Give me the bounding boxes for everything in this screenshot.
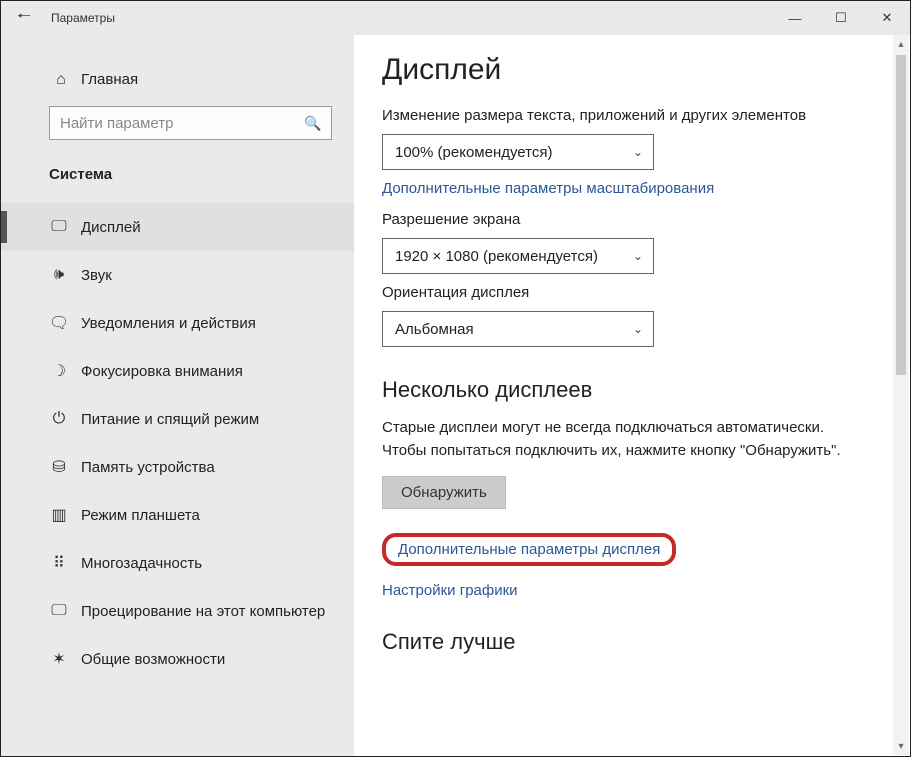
arrow-left-icon: 🠐 — [17, 5, 31, 32]
close-button[interactable]: ✕ — [864, 1, 910, 35]
minimize-icon: — — [789, 11, 802, 26]
page-heading: Дисплей — [382, 53, 882, 87]
sidebar-item-6[interactable]: ▥ Режим планшета — [1, 491, 354, 539]
search-input[interactable] — [60, 115, 303, 132]
notifications-icon: 🗨 — [49, 313, 69, 333]
close-icon: ✕ — [882, 10, 893, 26]
search-box[interactable]: 🔍 — [49, 106, 332, 140]
titlebar: 🠐 Параметры — ☐ ✕ — [1, 1, 910, 35]
sound-icon: 🕪 — [49, 265, 69, 285]
orientation-combo-value: Альбомная — [395, 321, 474, 338]
scale-combo-value: 100% (рекомендуется) — [395, 144, 552, 161]
storage-icon: ⛁ — [49, 457, 69, 477]
projecting-icon: 🖵 — [49, 601, 69, 621]
sidebar-item-7[interactable]: ⠿ Многозадачность — [1, 539, 354, 587]
orientation-label: Ориентация дисплея — [382, 284, 882, 301]
resolution-combo-value: 1920 × 1080 (рекомендуется) — [395, 248, 598, 265]
sidebar-category: Система — [1, 148, 354, 191]
resolution-combo[interactable]: 1920 × 1080 (рекомендуется) ⌄ — [382, 238, 654, 274]
scroll-down-button[interactable]: ▾ — [893, 737, 909, 755]
power-sleep-icon: ⏻ — [49, 409, 69, 429]
minimize-button[interactable]: — — [772, 1, 818, 35]
sidebar-item-2[interactable]: 🗨 Уведомления и действия — [1, 299, 354, 347]
graphics-settings-link[interactable]: Настройки графики — [382, 582, 882, 599]
sidebar-item-0[interactable]: 🖵 Дисплей — [1, 203, 354, 251]
detect-button[interactable]: Обнаружить — [382, 476, 506, 509]
multitasking-icon: ⠿ — [49, 553, 69, 573]
window-body: ⌂ Главная 🔍 Система 🖵 Дисплей 🕪 Звук 🗨 Уведом… — [1, 35, 910, 756]
scale-combo[interactable]: 100% (рекомендуется) ⌄ — [382, 134, 654, 170]
sidebar-item-label: Общие возможности — [81, 651, 225, 668]
display-icon: 🖵 — [49, 217, 69, 237]
maximize-icon: ☐ — [835, 10, 847, 26]
chevron-down-icon: ⌄ — [633, 249, 643, 263]
sidebar-item-label: Звук — [81, 267, 112, 284]
chevron-down-icon: ⌄ — [633, 322, 643, 336]
tablet-mode-icon: ▥ — [49, 505, 69, 525]
sidebar-item-label: Проецирование на этот компьютер — [81, 603, 325, 620]
orientation-combo[interactable]: Альбомная ⌄ — [382, 311, 654, 347]
scroll-up-button[interactable]: ▴ — [893, 35, 909, 53]
sleep-better-heading: Спите лучше — [382, 629, 882, 655]
sidebar-item-4[interactable]: ⏻ Питание и спящий режим — [1, 395, 354, 443]
sidebar-item-label: Память устройства — [81, 459, 215, 476]
sidebar: ⌂ Главная 🔍 Система 🖵 Дисплей 🕪 Звук 🗨 Уведом… — [1, 35, 354, 756]
sidebar-item-8[interactable]: 🖵 Проецирование на этот компьютер — [1, 587, 354, 635]
advanced-display-settings-link[interactable]: Дополнительные параметры дисплея — [398, 541, 660, 558]
focus-assist-icon: ☽ — [49, 361, 69, 381]
sidebar-item-label: Многозадачность — [81, 555, 202, 572]
sidebar-home[interactable]: ⌂ Главная — [1, 61, 354, 98]
sidebar-item-label: Режим планшета — [81, 507, 200, 524]
sidebar-item-label: Дисплей — [81, 219, 141, 236]
search-wrap: 🔍 — [1, 98, 354, 148]
sidebar-item-label: Фокусировка внимания — [81, 363, 243, 380]
resolution-label: Разрешение экрана — [382, 211, 882, 228]
sidebar-nav: 🖵 Дисплей 🕪 Звук 🗨 Уведомления и действия ☽ Фок… — [1, 203, 354, 683]
highlight-annotation: Дополнительные параметры дисплея — [382, 533, 676, 566]
multi-displays-description: Старые дисплеи могут не всегда подключат… — [382, 417, 842, 462]
search-icon: 🔍 — [303, 115, 323, 132]
home-icon: ⌂ — [51, 70, 71, 90]
advanced-scaling-link[interactable]: Дополнительные параметры масштабирования — [382, 180, 882, 197]
sidebar-item-1[interactable]: 🕪 Звук — [1, 251, 354, 299]
sidebar-item-3[interactable]: ☽ Фокусировка внимания — [1, 347, 354, 395]
sidebar-item-9[interactable]: ✶ Общие возможности — [1, 635, 354, 683]
window-title: Параметры — [47, 11, 115, 25]
shared-experiences-icon: ✶ — [49, 649, 69, 669]
vertical-scrollbar[interactable]: ▴ ▾ — [893, 35, 909, 755]
window-controls: — ☐ ✕ — [772, 1, 910, 35]
sidebar-item-label: Питание и спящий режим — [81, 411, 259, 428]
scroll-thumb[interactable] — [896, 55, 906, 375]
scale-label: Изменение размера текста, приложений и д… — [382, 107, 882, 124]
maximize-button[interactable]: ☐ — [818, 1, 864, 35]
chevron-down-icon: ⌄ — [633, 145, 643, 159]
settings-window: 🠐 Параметры — ☐ ✕ ⌂ Главная 🔍 Система 🖵 Д… — [0, 0, 911, 757]
back-button[interactable]: 🠐 — [1, 1, 47, 35]
content-area: Дисплей Изменение размера текста, прилож… — [354, 35, 910, 756]
sidebar-item-label: Уведомления и действия — [81, 315, 256, 332]
multi-displays-heading: Несколько дисплеев — [382, 377, 882, 403]
sidebar-item-5[interactable]: ⛁ Память устройства — [1, 443, 354, 491]
